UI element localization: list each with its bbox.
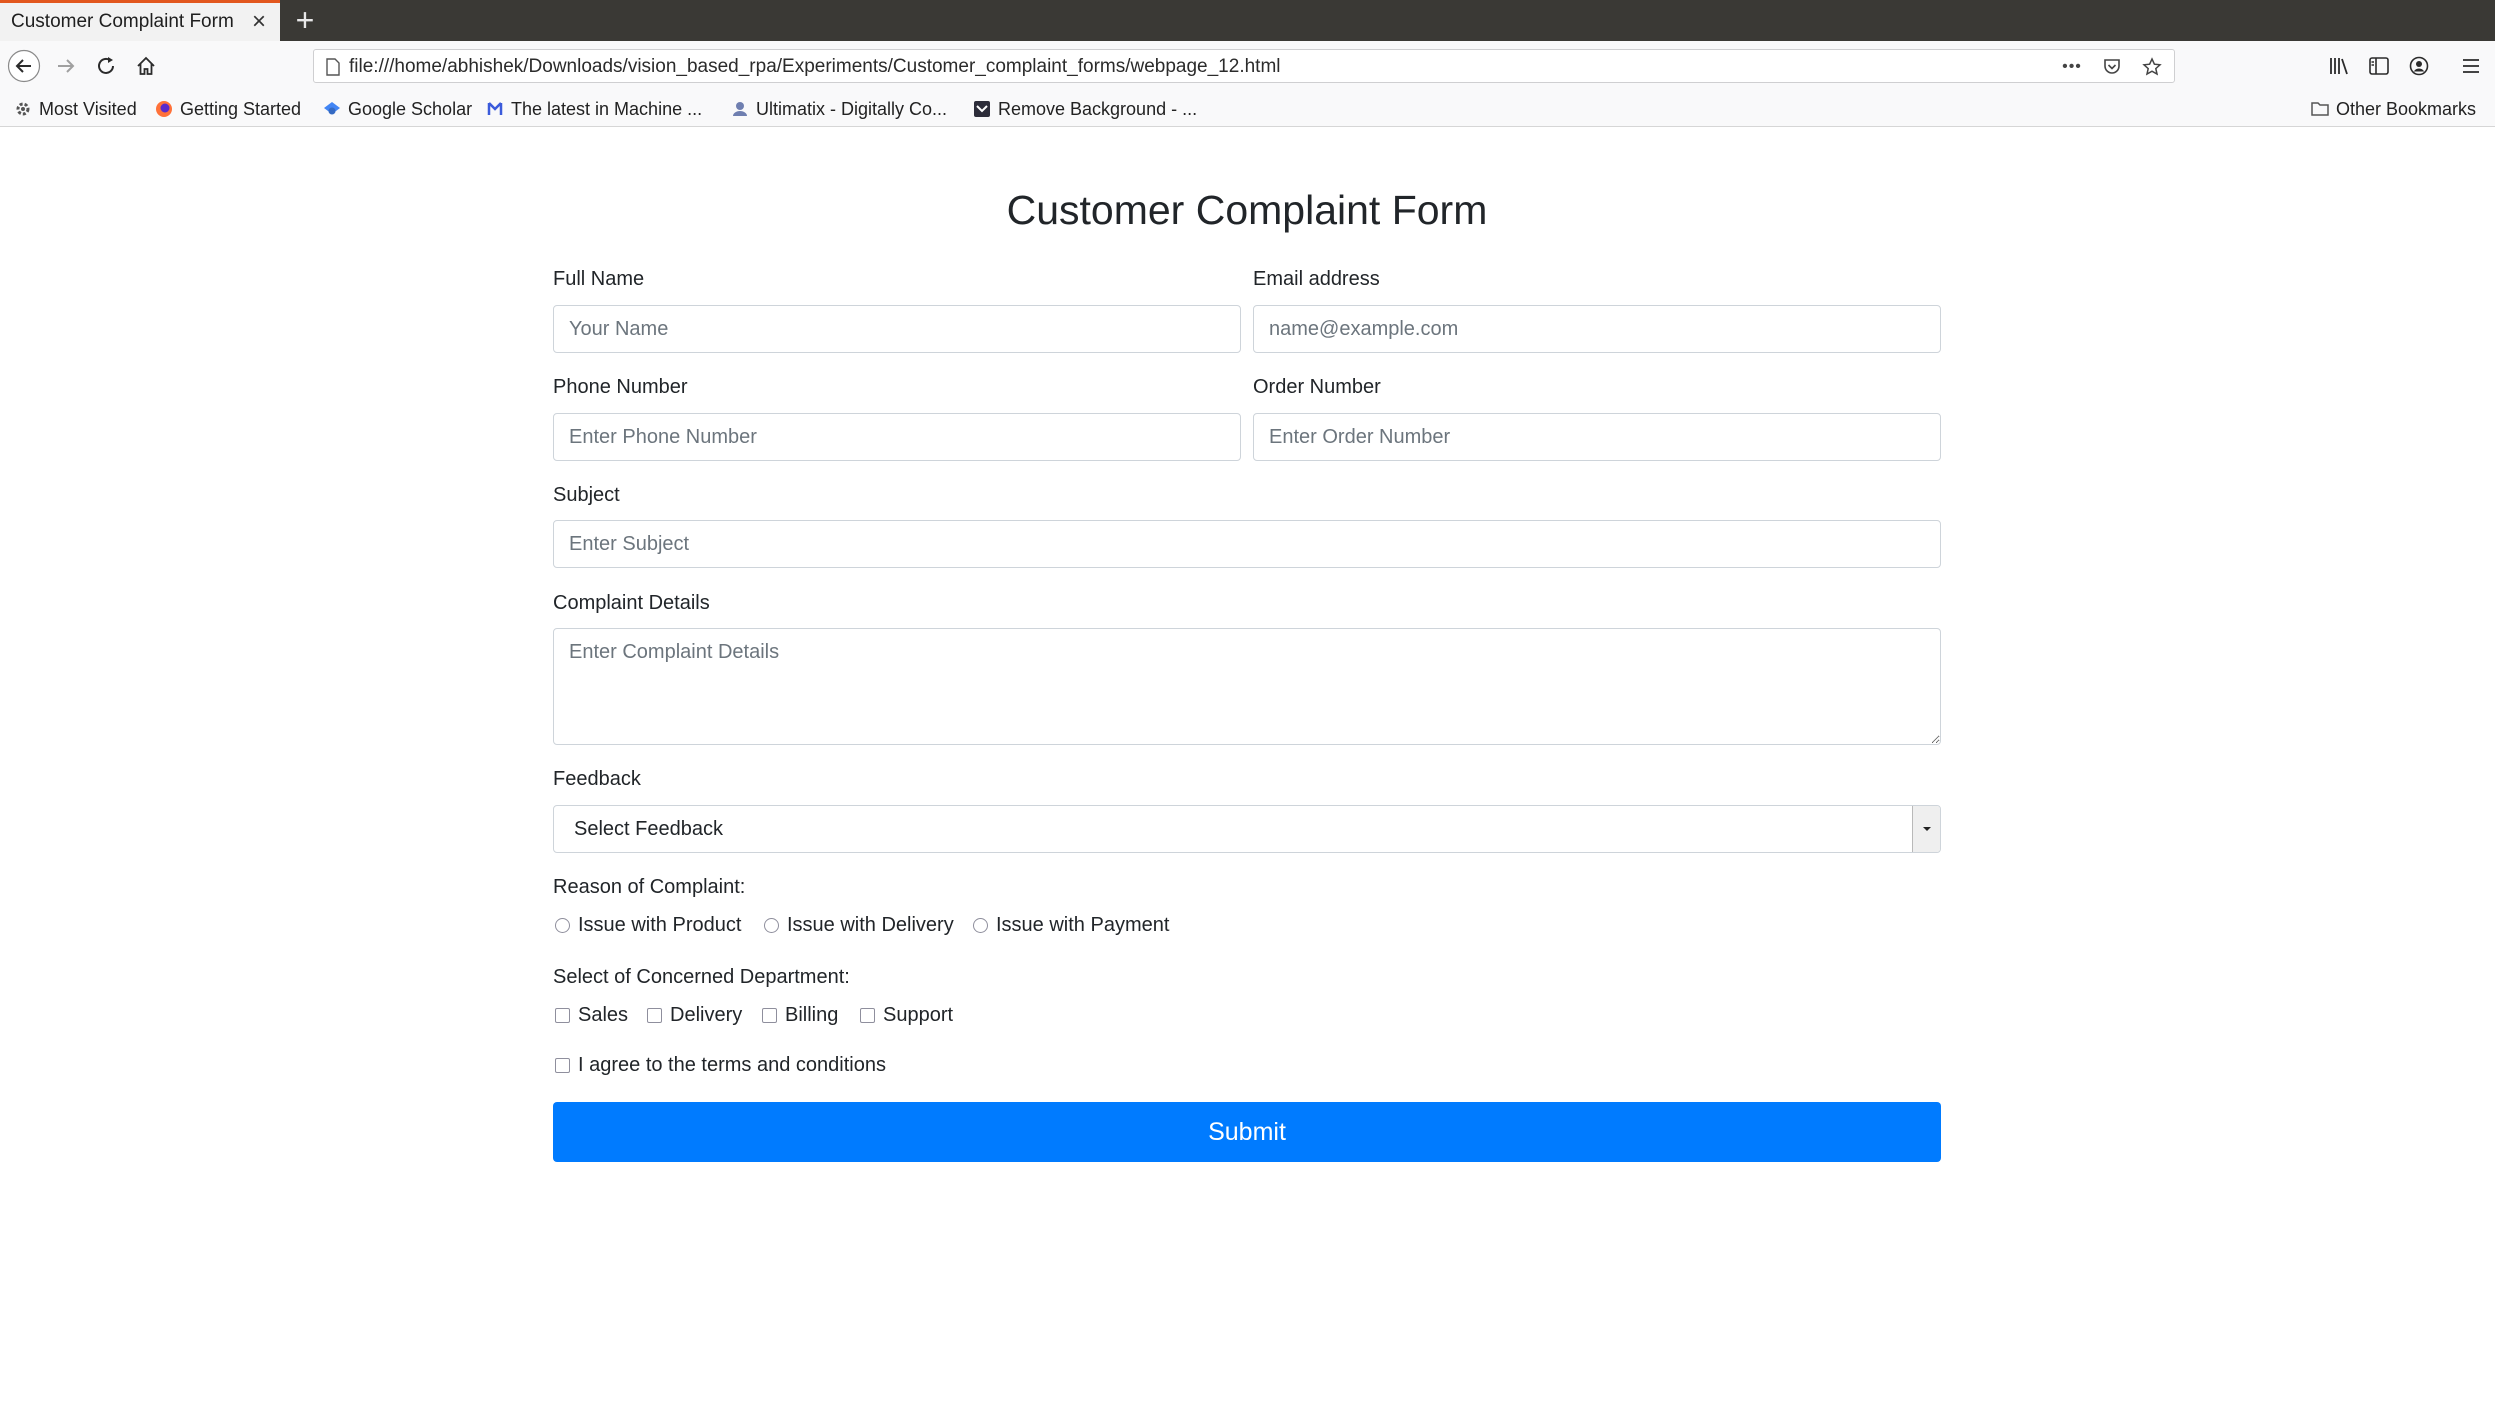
checkbox[interactable] (555, 1008, 570, 1023)
form-title: Customer Complaint Form (1006, 187, 1488, 233)
bookmark-label: Google Scholar (348, 98, 473, 119)
radio-button[interactable] (973, 918, 988, 933)
submit-button[interactable]: Submit (553, 1102, 1941, 1162)
bookmark-most-visited[interactable]: Most Visited (14, 96, 137, 122)
scholar-icon (323, 100, 341, 118)
sidebar-button[interactable] (2361, 48, 2397, 84)
department-option-delivery[interactable]: Delivery (647, 1004, 742, 1027)
forward-button[interactable] (48, 48, 84, 84)
page-content: Customer Complaint Form Full Name Email … (0, 127, 2495, 1416)
forward-arrow-icon (58, 59, 75, 73)
email-label: Email address (1253, 268, 1380, 290)
email-input[interactable] (1253, 305, 1941, 353)
ultimatix-icon (731, 100, 749, 118)
bookmark-getting-started[interactable]: Getting Started (155, 96, 301, 122)
complaint-details-label: Complaint Details (553, 592, 710, 614)
bookmark-label: Ultimatix - Digitally Co... (756, 98, 948, 119)
firefox-icon (155, 100, 173, 118)
tab-bar: Customer Complaint Form × + (0, 0, 2495, 41)
bookmark-ultimatix[interactable]: Ultimatix - Digitally Co... (731, 96, 947, 122)
full-name-input[interactable] (553, 305, 1241, 353)
full-name-label: Full Name (553, 268, 645, 290)
nav-toolbar: file:///home/abhishek/Downloads/vision_b… (0, 41, 2495, 91)
reason-option-delivery[interactable]: Issue with Delivery (764, 914, 954, 937)
folder-icon (2311, 100, 2329, 118)
terms-agreement[interactable]: I agree to the terms and conditions (555, 1054, 886, 1077)
checkbox-label: Sales (578, 1004, 629, 1026)
tab-active[interactable]: Customer Complaint Form × (0, 0, 280, 41)
back-arrow-icon (7, 49, 41, 83)
feedback-selected-value: Select Feedback (574, 818, 723, 840)
library-button[interactable] (2321, 48, 2357, 84)
order-number-input[interactable] (1253, 413, 1941, 461)
page-actions-icon[interactable]: ••• (2058, 54, 2086, 80)
checkbox[interactable] (860, 1008, 875, 1023)
phone-input[interactable] (553, 413, 1241, 461)
bookmarks-toolbar: Most Visited Getting Started Google Scho… (0, 91, 2495, 127)
pocket-icon[interactable] (2098, 54, 2126, 80)
home-icon (137, 56, 155, 75)
url-text[interactable]: file:///home/abhishek/Downloads/vision_b… (349, 56, 1281, 78)
radio-button[interactable] (555, 918, 570, 933)
bookmark-label: Other Bookmarks (2336, 98, 2477, 119)
bookmark-machine-learning[interactable]: The latest in Machine ... (486, 96, 702, 122)
terms-label: I agree to the terms and conditions (578, 1054, 886, 1076)
checkbox-label: Delivery (670, 1004, 743, 1026)
radio-label: Issue with Product (578, 914, 742, 936)
caret-down-icon (1922, 827, 1931, 831)
phone-label: Phone Number (553, 376, 688, 398)
radio-label: Issue with Payment (996, 914, 1170, 936)
radio-button[interactable] (764, 918, 779, 933)
account-button[interactable] (2401, 48, 2437, 84)
removebg-icon (973, 100, 991, 118)
menu-button[interactable] (2453, 48, 2489, 84)
bookmark-label: The latest in Machine ... (511, 98, 703, 119)
library-icon (2330, 58, 2348, 75)
department-option-sales[interactable]: Sales (555, 1004, 628, 1027)
home-button[interactable] (128, 48, 164, 84)
checkbox-label: Support (883, 1004, 954, 1026)
department-option-billing[interactable]: Billing (762, 1004, 838, 1027)
new-tab-icon[interactable]: + (288, 2, 322, 38)
sidebar-icon (2369, 57, 2389, 75)
bookmark-google-scholar[interactable]: Google Scholar (323, 96, 472, 122)
tab-close-icon[interactable]: × (252, 7, 266, 37)
url-actions: ••• (2058, 54, 2166, 80)
checkbox[interactable] (762, 1008, 777, 1023)
back-button[interactable] (6, 48, 42, 84)
complaint-details-textarea[interactable] (553, 628, 1941, 745)
ml-icon (486, 100, 504, 118)
bookmark-other-bookmarks[interactable]: Other Bookmarks (2311, 96, 2476, 122)
url-bar[interactable]: file:///home/abhishek/Downloads/vision_b… (313, 49, 2175, 83)
subject-input[interactable] (553, 520, 1941, 568)
reason-option-payment[interactable]: Issue with Payment (973, 914, 1169, 937)
checkbox[interactable] (647, 1008, 662, 1023)
terms-checkbox[interactable] (555, 1058, 570, 1073)
reload-button[interactable] (88, 48, 124, 84)
gear-icon (14, 100, 32, 118)
reason-option-product[interactable]: Issue with Product (555, 914, 741, 937)
bookmark-label: Remove Background - ... (998, 98, 1198, 119)
department-option-support[interactable]: Support (860, 1004, 953, 1027)
checkbox-label: Billing (785, 1004, 839, 1026)
account-icon (2409, 56, 2429, 76)
tab-title: Customer Complaint Form (11, 11, 234, 32)
radio-label: Issue with Delivery (787, 914, 954, 936)
order-number-label: Order Number (1253, 376, 1381, 398)
reload-icon (98, 57, 114, 74)
dropdown-arrow-button[interactable] (1912, 806, 1940, 852)
subject-label: Subject (553, 484, 620, 506)
hamburger-menu-icon (2463, 59, 2479, 73)
page-icon (326, 58, 340, 76)
department-label: Select of Concerned Department: (553, 966, 850, 988)
bookmark-label: Most Visited (39, 98, 137, 119)
reason-label: Reason of Complaint: (553, 876, 746, 898)
feedback-select[interactable]: Select Feedback (553, 805, 1941, 853)
bookmark-remove-background[interactable]: Remove Background - ... (973, 96, 1197, 122)
feedback-label: Feedback (553, 768, 641, 790)
bookmark-star-icon[interactable] (2138, 54, 2166, 80)
bookmark-label: Getting Started (180, 98, 302, 119)
